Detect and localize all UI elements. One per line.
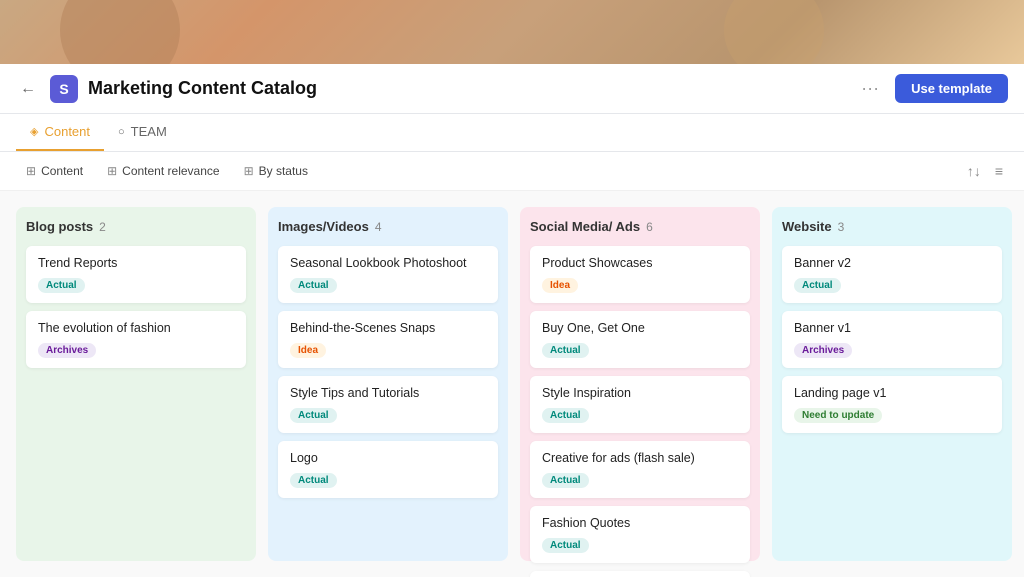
column-title: Blog posts (26, 219, 93, 234)
status-badge: Actual (542, 408, 589, 423)
status-badge: Idea (542, 278, 578, 293)
status-badge: Actual (542, 538, 589, 553)
tabs-bar: ◈ Content ○ TEAM (0, 114, 1024, 152)
column-count: 6 (646, 220, 653, 234)
status-badge: Actual (542, 343, 589, 358)
view-bar: ⊞ Content ⊞ Content relevance ⊞ By statu… (0, 152, 1024, 191)
status-badge: Actual (38, 278, 85, 293)
column-header-blog-posts: Blog posts 2 (26, 219, 246, 234)
header-banner (0, 0, 1024, 64)
status-badge: Actual (290, 408, 337, 423)
status-view-label: By status (259, 164, 308, 178)
content-view-label: Content (41, 164, 83, 178)
relevance-view-icon: ⊞ (107, 164, 117, 178)
content-view-button[interactable]: ⊞ Content (16, 160, 93, 182)
card-title: Buy One, Get One (542, 321, 738, 335)
card-title: Seasonal Lookbook Photoshoot (290, 256, 486, 270)
table-row[interactable]: Mystery Discounts Idea (530, 571, 750, 577)
topbar: ← S Marketing Content Catalog ··· Use te… (0, 64, 1024, 114)
status-badge: Actual (794, 278, 841, 293)
team-tab-icon: ○ (118, 126, 125, 138)
relevance-view-button[interactable]: ⊞ Content relevance (97, 160, 229, 182)
status-badge: Actual (542, 473, 589, 488)
column-count: 4 (375, 220, 382, 234)
card-title: Style Inspiration (542, 386, 738, 400)
card-title: The evolution of fashion (38, 321, 234, 335)
status-badge: Idea (290, 343, 326, 358)
card-title: Landing page v1 (794, 386, 990, 400)
tab-content[interactable]: ◈ Content (16, 114, 104, 151)
tab-team[interactable]: ○ TEAM (104, 114, 181, 151)
card-title: Style Tips and Tutorials (290, 386, 486, 400)
card-title: Fashion Quotes (542, 516, 738, 530)
column-social-media-ads: Social Media/ Ads 6 Product Showcases Id… (520, 207, 760, 561)
table-row[interactable]: Behind-the-Scenes Snaps Idea (278, 311, 498, 368)
column-title: Social Media/ Ads (530, 219, 640, 234)
table-row[interactable]: Creative for ads (flash sale) Actual (530, 441, 750, 498)
column-title: Website (782, 219, 832, 234)
page-title: Marketing Content Catalog (88, 78, 845, 99)
status-view-button[interactable]: ⊞ By status (234, 160, 318, 182)
column-header-social-media-ads: Social Media/ Ads 6 (530, 219, 750, 234)
status-badge: Need to update (794, 408, 882, 423)
more-button[interactable]: ··· (855, 76, 885, 101)
table-row[interactable]: Logo Actual (278, 441, 498, 498)
tab-team-label: TEAM (131, 124, 167, 139)
table-row[interactable]: Banner v2 Actual (782, 246, 1002, 303)
board-container: Blog posts 2 Trend Reports Actual The ev… (0, 191, 1024, 577)
table-row[interactable]: Product Showcases Idea (530, 246, 750, 303)
table-row[interactable]: Landing page v1 Need to update (782, 376, 1002, 433)
table-row[interactable]: Trend Reports Actual (26, 246, 246, 303)
column-title: Images/Videos (278, 219, 369, 234)
card-title: Trend Reports (38, 256, 234, 270)
column-header-website: Website 3 (782, 219, 1002, 234)
status-badge: Actual (290, 473, 337, 488)
filter-button[interactable]: ≡ (990, 160, 1008, 182)
column-images-videos: Images/Videos 4 Seasonal Lookbook Photos… (268, 207, 508, 561)
status-view-icon: ⊞ (244, 164, 254, 178)
sort-button[interactable]: ↑↓ (962, 160, 986, 182)
table-row[interactable]: Buy One, Get One Actual (530, 311, 750, 368)
use-template-button[interactable]: Use template (895, 74, 1008, 103)
column-header-images-videos: Images/Videos 4 (278, 219, 498, 234)
column-website: Website 3 Banner v2 Actual Banner v1 Arc… (772, 207, 1012, 561)
content-view-icon: ⊞ (26, 164, 36, 178)
column-blog-posts: Blog posts 2 Trend Reports Actual The ev… (16, 207, 256, 561)
table-row[interactable]: Banner v1 Archives (782, 311, 1002, 368)
column-count: 3 (838, 220, 845, 234)
table-row[interactable]: Seasonal Lookbook Photoshoot Actual (278, 246, 498, 303)
status-badge: Actual (290, 278, 337, 293)
relevance-view-label: Content relevance (122, 164, 219, 178)
status-badge: Archives (38, 343, 96, 358)
status-badge: Archives (794, 343, 852, 358)
table-row[interactable]: Style Tips and Tutorials Actual (278, 376, 498, 433)
table-row[interactable]: The evolution of fashion Archives (26, 311, 246, 368)
card-title: Creative for ads (flash sale) (542, 451, 738, 465)
card-title: Banner v1 (794, 321, 990, 335)
table-row[interactable]: Style Inspiration Actual (530, 376, 750, 433)
card-title: Behind-the-Scenes Snaps (290, 321, 486, 335)
card-title: Product Showcases (542, 256, 738, 270)
card-title: Banner v2 (794, 256, 990, 270)
card-title: Logo (290, 451, 486, 465)
content-tab-icon: ◈ (30, 125, 38, 138)
app-icon: S (50, 75, 78, 103)
table-row[interactable]: Fashion Quotes Actual (530, 506, 750, 563)
column-count: 2 (99, 220, 106, 234)
back-button[interactable]: ← (16, 78, 40, 100)
tab-content-label: Content (44, 124, 90, 139)
